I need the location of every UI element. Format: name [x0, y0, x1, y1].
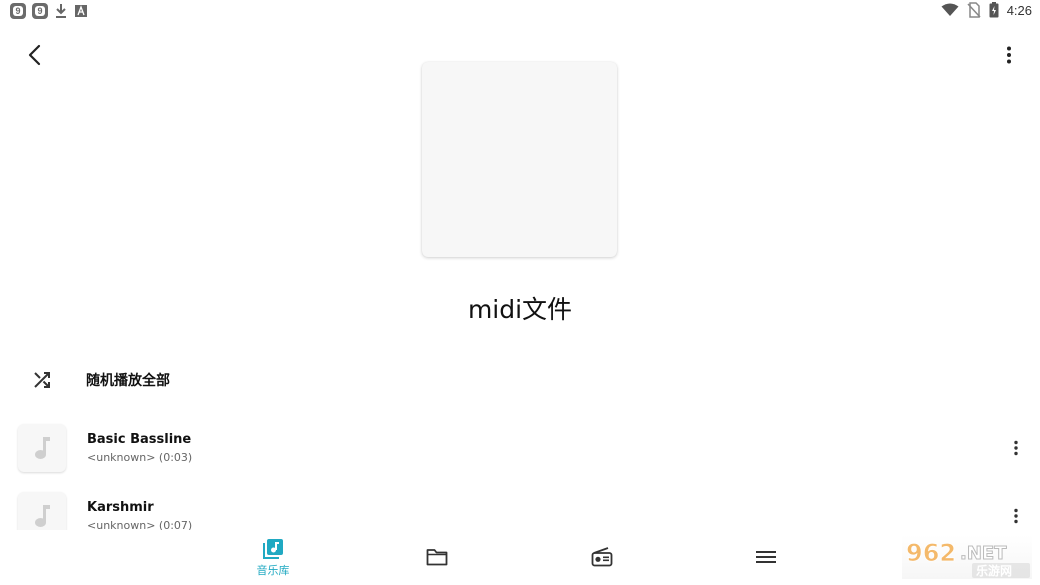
status-bar: 9 9 4:26 [0, 0, 1040, 24]
folder-icon [426, 549, 448, 566]
menu-icon [756, 551, 776, 563]
notification-badge-icon: 9 [32, 3, 48, 19]
track-list: Basic Bassline <unknown> (0:03) Karshmir… [0, 418, 1040, 530]
wifi-icon [941, 3, 959, 16]
status-bar-right: 4:26 [941, 2, 1032, 18]
track-subtitle: <unknown> (0:03) [87, 451, 193, 464]
svg-text:乐游网: 乐游网 [976, 563, 1012, 578]
badge-label: 9 [13, 6, 23, 16]
status-time: 4:26 [1006, 2, 1032, 18]
music-note-icon [35, 437, 50, 459]
track-thumbnail [18, 424, 66, 472]
track-more-button[interactable] [1004, 504, 1028, 528]
back-button[interactable] [20, 40, 50, 70]
page-title: midi文件 [467, 295, 573, 324]
battery-charging-icon [989, 2, 999, 18]
no-sim-icon [967, 2, 981, 18]
nav-item-music-library[interactable]: 音乐库 [243, 538, 303, 578]
status-bar-left: 9 9 [10, 3, 88, 19]
track-title: Karshmir [87, 500, 154, 515]
more-options-button[interactable] [994, 40, 1024, 70]
badge-label: 9 [35, 6, 45, 16]
shuffle-all-label: 随机播放全部 [86, 373, 170, 389]
more-vert-icon [1014, 440, 1018, 456]
track-subtitle: <unknown> (0:07) [87, 519, 193, 530]
shuffle-icon [24, 362, 60, 398]
nav-item-folders[interactable] [407, 548, 467, 566]
more-vert-icon [1014, 508, 1018, 524]
album-cover [422, 62, 617, 257]
nav-item-more[interactable] [736, 550, 796, 564]
svg-text:.NET: .NET [960, 543, 1007, 564]
music-note-icon [35, 505, 50, 527]
back-icon [28, 44, 41, 66]
watermark-logo: 962 .NET 乐游网 [902, 535, 1032, 579]
app-screen: 9 9 4:26 midi文件 随机播放全部 Basic Bassline <u… [0, 0, 1040, 585]
track-title: Basic Bassline [87, 432, 192, 447]
nav-item-radio[interactable] [572, 547, 632, 567]
track-more-button[interactable] [1004, 436, 1028, 460]
nav-label-music-library: 音乐库 [256, 564, 290, 577]
more-vert-icon [1007, 46, 1011, 64]
svg-text:962: 962 [906, 539, 956, 567]
track-thumbnail [18, 492, 66, 530]
bottom-navigation: 音乐库 [0, 530, 1040, 585]
track-row[interactable]: Karshmir <unknown> (0:07) [0, 486, 1040, 530]
download-icon [56, 4, 66, 18]
radio-icon [591, 547, 613, 567]
shuffle-all-button[interactable]: 随机播放全部 [24, 362, 170, 398]
music-library-icon [263, 539, 283, 559]
notification-badge-icon: 9 [10, 3, 26, 19]
font-icon [75, 5, 87, 17]
track-row[interactable]: Basic Bassline <unknown> (0:03) [0, 418, 1040, 486]
